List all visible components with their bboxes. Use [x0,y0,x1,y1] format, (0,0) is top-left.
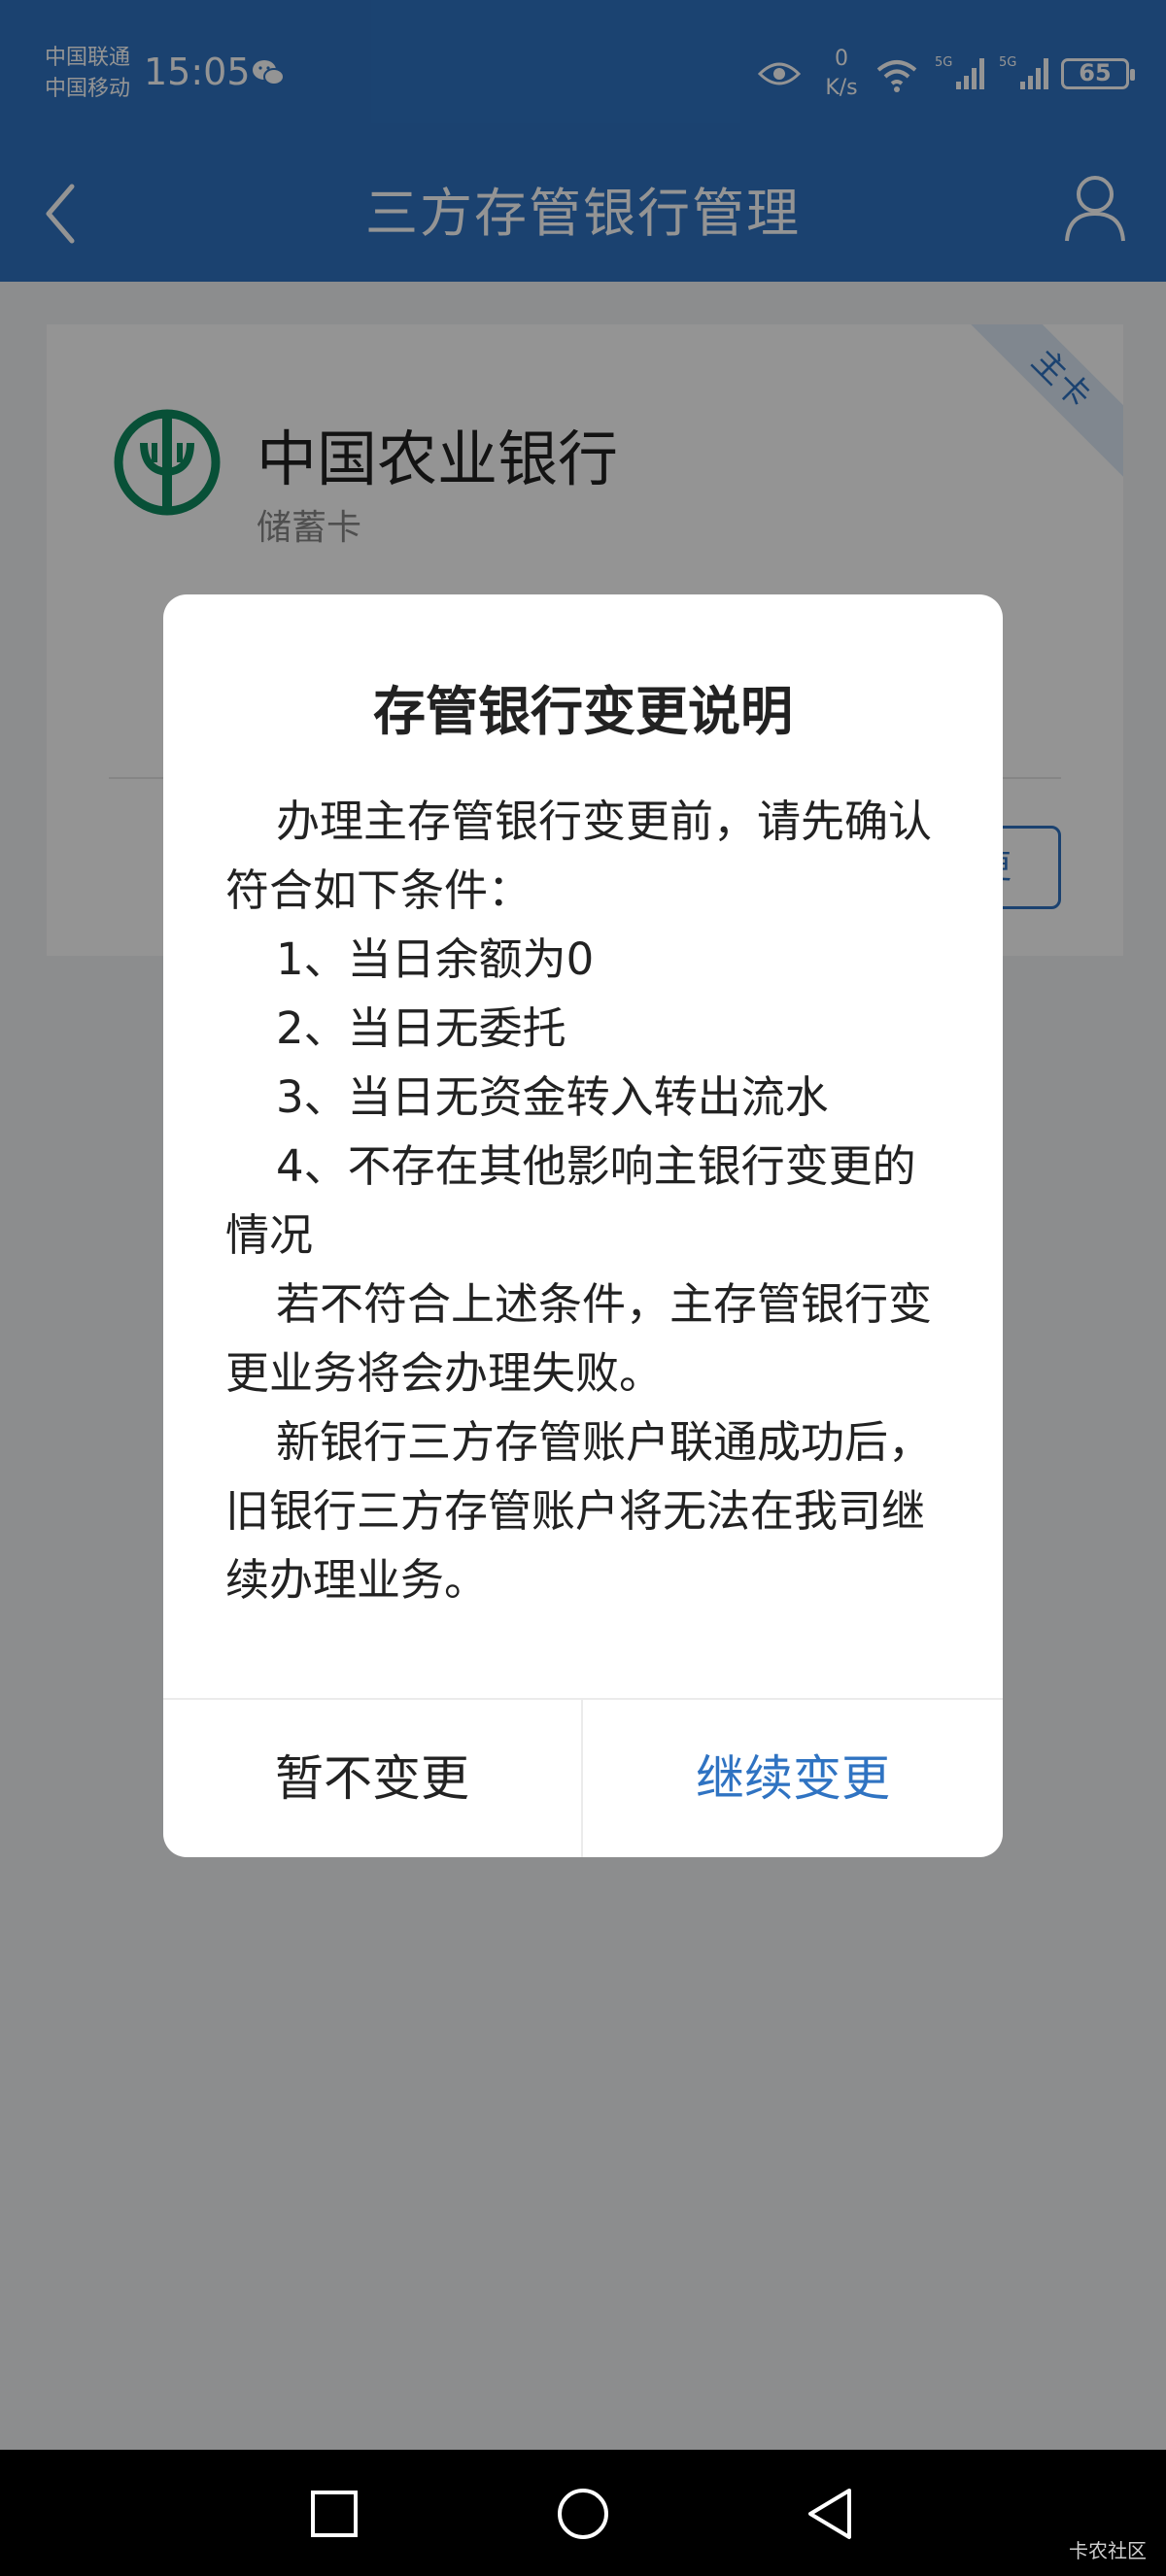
recent-apps-icon[interactable] [309,2489,360,2539]
continue-change-button[interactable]: 继续变更 [583,1700,1003,1857]
watermark: 卡农社区 [1069,2539,1147,2562]
dialog-title: 存管银行变更说明 [373,681,793,742]
cancel-change-button[interactable]: 暂不变更 [163,1700,583,1857]
back-icon[interactable] [803,2485,855,2543]
dialog-paragraph: 若不符合上述条件，主存管银行变更业务将会办理失败。 [225,1278,933,1399]
dialog-condition-item: 4、不存在其他影响主银行变更的情况 [225,1140,916,1261]
home-icon[interactable] [556,2487,610,2541]
dialog-condition-item: 1、当日余额为0 [276,933,595,985]
dialog-paragraph: 新银行三方存管账户联通成功后，旧银行三方存管账户将无法在我司继续办理业务。 [225,1416,933,1606]
dialog-actions: 暂不变更 继续变更 [163,1698,1003,1857]
change-notice-dialog: 存管银行变更说明 办理主存管银行变更前，请先确认符合如下条件： 1、当日余额为0… [163,594,1003,1857]
dialog-paragraph: 办理主存管银行变更前，请先确认符合如下条件： [225,796,933,916]
system-nav-bar: 卡农社区 [0,2450,1166,2576]
dialog-body: 办理主存管银行变更前，请先确认符合如下条件： 1、当日余额为0 2、当日无委托 … [225,787,941,1614]
dialog-condition-item: 2、当日无委托 [276,1002,566,1054]
dialog-condition-item: 3、当日无资金转入转出流水 [276,1071,829,1123]
